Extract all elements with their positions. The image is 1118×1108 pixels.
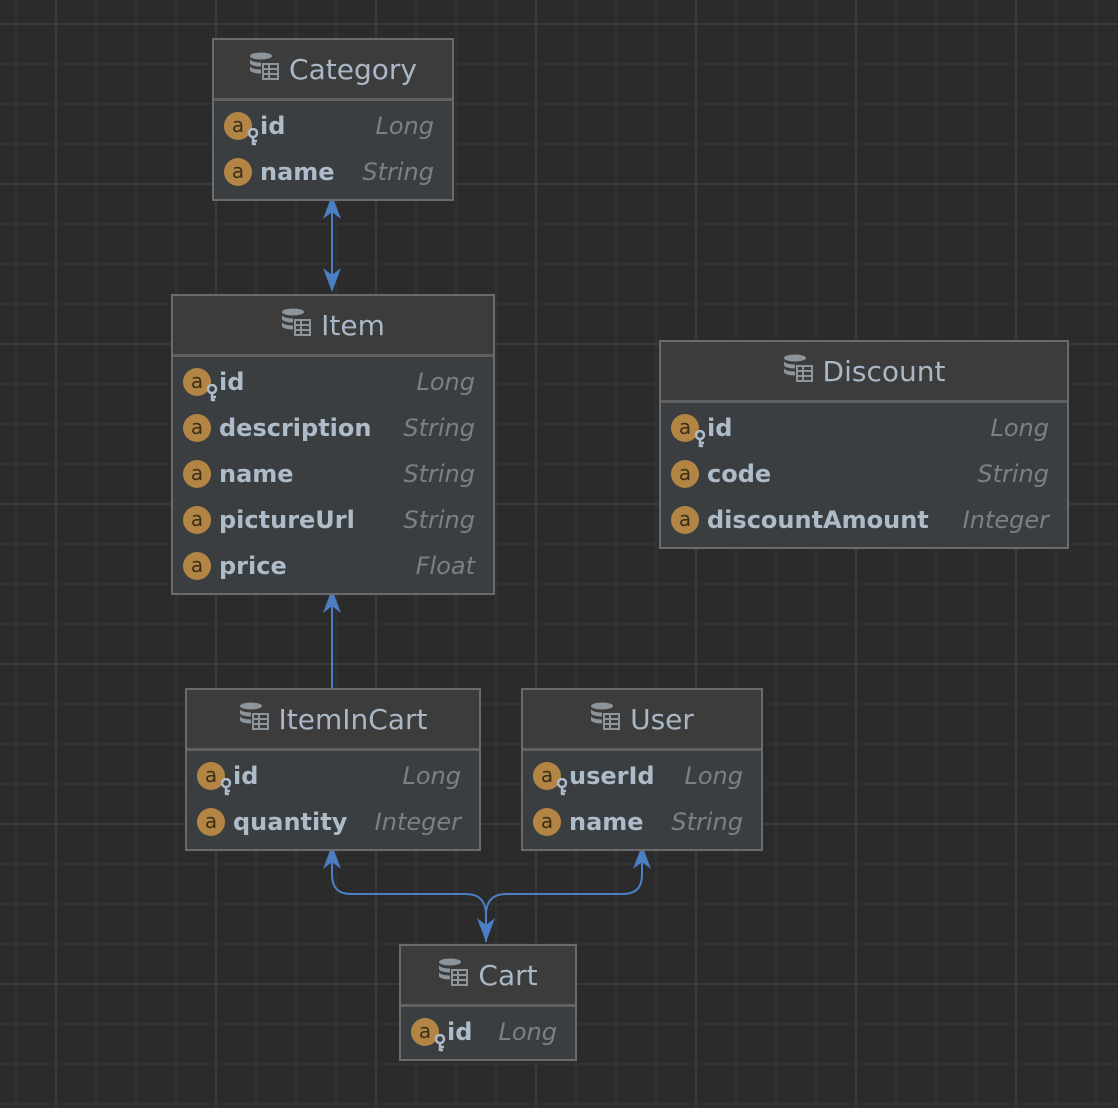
field-type: String <box>403 506 475 534</box>
field-row[interactable]: a userId Long <box>523 753 761 799</box>
field-name: price <box>219 552 287 580</box>
attribute-icon: a <box>671 506 699 534</box>
field-type: String <box>977 460 1049 488</box>
entity-cart[interactable]: Cart a id Long <box>399 944 577 1061</box>
field-type: String <box>362 158 434 186</box>
primary-key-attribute-icon: a <box>671 414 706 448</box>
entity-fields: a id Long a code String a discountAmount Integer <box>661 403 1067 547</box>
database-table-icon <box>281 308 312 343</box>
field-name: id <box>707 414 733 442</box>
entity-fields: a id Long a description String a name String a pic… <box>173 357 493 593</box>
field-name: id <box>447 1018 473 1046</box>
entity-item[interactable]: Item a id Long a description String a name String… <box>171 294 495 595</box>
field-type: Long <box>375 112 435 140</box>
field-row[interactable]: a id Long <box>401 1009 575 1055</box>
field-name: name <box>219 460 294 488</box>
entity-fields: a id Long a quantity Integer <box>187 751 479 849</box>
field-type: Long <box>402 762 462 790</box>
entity-title: ItemInCart <box>278 702 428 736</box>
field-type: Long <box>990 414 1050 442</box>
field-type: String <box>403 460 475 488</box>
field-type: Long <box>416 368 476 396</box>
entity-title: Category <box>289 52 417 86</box>
field-row[interactable]: a discountAmount Integer <box>661 497 1067 543</box>
field-row[interactable]: a id Long <box>173 359 493 405</box>
entity-header[interactable]: Discount <box>661 342 1067 403</box>
field-type: Long <box>498 1018 558 1046</box>
field-name: discountAmount <box>707 506 929 534</box>
primary-key-attribute-icon: a <box>411 1018 446 1052</box>
field-row[interactable]: a description String <box>173 405 493 451</box>
attribute-icon: a <box>197 808 225 836</box>
field-row[interactable]: a id Long <box>214 103 452 149</box>
attribute-icon: a <box>183 460 211 488</box>
field-name: id <box>233 762 259 790</box>
entity-title: User <box>630 702 694 736</box>
entity-header[interactable]: Category <box>214 40 452 101</box>
database-table-icon <box>239 702 269 737</box>
field-type: Integer <box>374 808 461 836</box>
entity-title: Discount <box>822 354 946 388</box>
primary-key-attribute-icon: a <box>197 762 232 796</box>
field-name: description <box>219 414 372 442</box>
entity-discount[interactable]: Discount a id Long a code String a discountAmoun… <box>659 340 1069 549</box>
entity-header[interactable]: Item <box>173 296 493 357</box>
attribute-icon: a <box>533 808 561 836</box>
database-table-icon <box>438 958 469 993</box>
field-name: code <box>707 460 772 488</box>
primary-key-attribute-icon: a <box>183 368 218 402</box>
field-name: quantity <box>233 808 348 836</box>
entity-user[interactable]: User a userId Long a name String <box>521 688 763 851</box>
field-row[interactable]: a id Long <box>187 753 479 799</box>
field-row[interactable]: a price Float <box>173 543 493 589</box>
field-name: id <box>219 368 245 396</box>
entity-header[interactable]: ItemInCart <box>187 690 479 751</box>
entity-category[interactable]: Category a id Long a name String <box>212 38 454 201</box>
field-row[interactable]: a id Long <box>661 405 1067 451</box>
field-row[interactable]: a pictureUrl String <box>173 497 493 543</box>
field-row[interactable]: a name String <box>523 799 761 845</box>
entity-header[interactable]: Cart <box>401 946 575 1007</box>
attribute-icon: a <box>183 414 211 442</box>
database-table-icon <box>590 702 621 737</box>
entity-itemincart[interactable]: ItemInCart a id Long a quantity Integer <box>185 688 481 851</box>
field-type: Integer <box>962 506 1049 534</box>
database-table-icon <box>783 354 813 389</box>
field-name: name <box>569 808 644 836</box>
field-type: String <box>403 414 475 442</box>
attribute-icon: a <box>224 158 252 186</box>
entity-header[interactable]: User <box>523 690 761 751</box>
field-name: name <box>260 158 335 186</box>
field-row[interactable]: a quantity Integer <box>187 799 479 845</box>
entity-fields: a id Long <box>401 1007 575 1059</box>
entity-fields: a userId Long a name String <box>523 751 761 849</box>
database-table-icon <box>249 52 280 87</box>
field-type: String <box>671 808 743 836</box>
relation-connectors <box>323 195 651 942</box>
relation-cart-user[interactable] <box>485 849 643 916</box>
entity-title: Cart <box>478 958 538 992</box>
entity-fields: a id Long a name String <box>214 101 452 199</box>
field-name: pictureUrl <box>219 506 355 534</box>
field-row[interactable]: a code String <box>661 451 1067 497</box>
field-row[interactable]: a name String <box>173 451 493 497</box>
attribute-icon: a <box>183 506 211 534</box>
primary-key-attribute-icon: a <box>224 112 259 146</box>
field-type: Long <box>684 762 744 790</box>
attribute-icon: a <box>183 552 211 580</box>
relation-cart-itemincart[interactable] <box>331 849 487 942</box>
field-row[interactable]: a name String <box>214 149 452 195</box>
field-name: userId <box>569 762 655 790</box>
entity-title: Item <box>321 308 385 342</box>
attribute-icon: a <box>671 460 699 488</box>
field-name: id <box>260 112 286 140</box>
primary-key-attribute-icon: a <box>533 762 568 796</box>
field-type: Float <box>415 552 475 580</box>
